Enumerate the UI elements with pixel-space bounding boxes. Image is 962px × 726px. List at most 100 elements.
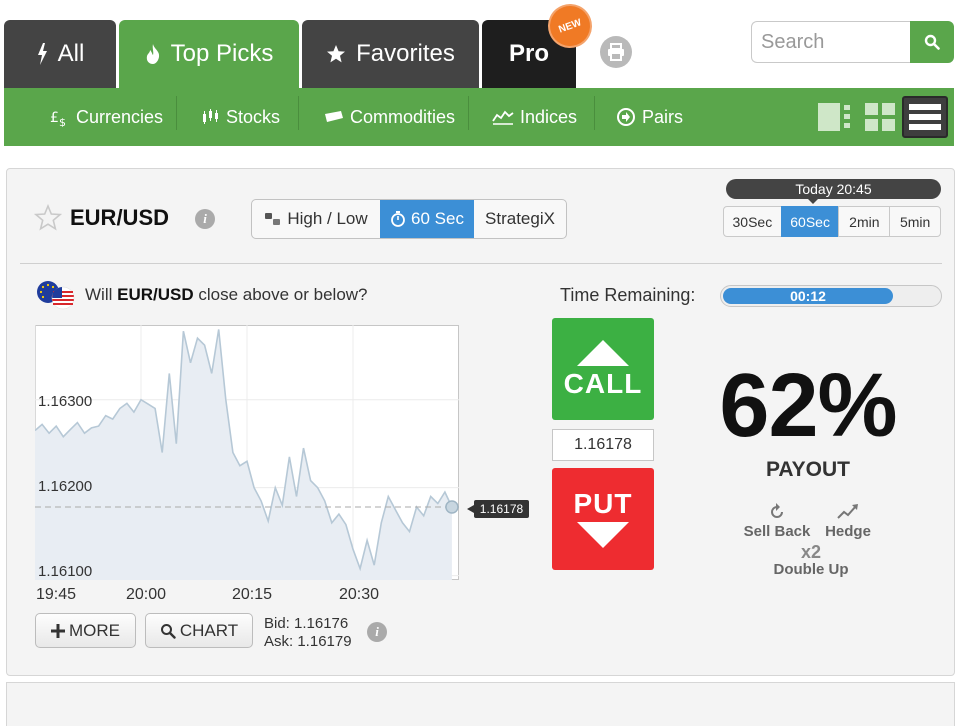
indices-icon	[492, 110, 514, 125]
price-chart-plot	[35, 325, 459, 580]
call-button[interactable]: CALL	[552, 318, 654, 420]
pairs-icon	[617, 108, 635, 126]
mode-high-low-label: High / Low	[287, 209, 368, 228]
current-price-pointer	[467, 505, 474, 513]
duration-60sec[interactable]: 60Sec	[780, 206, 840, 237]
more-button-label: MORE	[69, 620, 120, 640]
quote-info-icon[interactable]: i	[367, 622, 387, 642]
bid-price: Bid: 1.16176	[264, 615, 349, 632]
double-up-icon: x2	[800, 542, 822, 562]
eur-usd-flags-icon	[37, 281, 75, 310]
view-list-button[interactable]	[902, 96, 948, 138]
question-suffix: close above or below?	[193, 285, 368, 304]
chart-button-label: CHART	[179, 620, 239, 640]
time-remaining-value: 00:12	[790, 288, 826, 304]
panel-divider	[20, 263, 942, 264]
duration-selector: 30Sec 60Sec 2min 5min	[723, 206, 941, 237]
category-currencies[interactable]: £ $ Currencies	[50, 88, 163, 146]
asset-info-icon[interactable]: i	[195, 209, 215, 229]
category-currencies-label: Currencies	[76, 106, 164, 127]
tab-favorites[interactable]: Favorites	[302, 20, 479, 88]
asset-name: EUR/USD	[70, 205, 170, 230]
duration-30sec[interactable]: 30Sec	[723, 206, 782, 237]
view-list-detail-button[interactable]	[814, 96, 854, 138]
category-commodities-label: Commodities	[350, 106, 456, 127]
call-button-label: CALL	[563, 368, 643, 399]
arrow-down-icon	[577, 522, 629, 548]
grid-view-icon	[865, 103, 895, 131]
current-time-pointer	[807, 198, 819, 204]
trade-mode-selector: High / Low 60 Sec StrategiX	[251, 199, 567, 239]
y-tick-label: 1.16200	[38, 478, 93, 495]
ask-price: Ask: 1.16179	[264, 633, 352, 650]
category-indices[interactable]: Indices	[492, 88, 577, 146]
category-separator	[468, 96, 469, 130]
question-asset: EUR/USD	[117, 285, 194, 304]
payout-value: 62%	[719, 356, 897, 456]
hedge-label: Hedge	[825, 523, 871, 540]
tab-favorites-label: Favorites	[356, 40, 455, 67]
high-low-icon	[265, 213, 281, 225]
time-remaining-bar: 00:12	[720, 285, 942, 307]
payout-label: PAYOUT	[765, 458, 851, 481]
svg-text:$: $	[59, 116, 66, 127]
strike-price: 1.16178	[552, 429, 654, 461]
category-separator	[594, 96, 595, 130]
category-bar: £ $ Currencies Stocks Commodities Indices…	[4, 88, 954, 146]
star-icon	[327, 45, 346, 63]
put-button[interactable]: PUT	[552, 468, 654, 570]
mode-60-sec[interactable]: 60 Sec	[380, 200, 474, 238]
chart-button[interactable]: CHART	[145, 613, 253, 648]
category-pairs[interactable]: Pairs	[616, 88, 683, 146]
currency-icon: £ $	[50, 110, 66, 127]
double-up-label: Double Up	[773, 561, 849, 578]
mode-high-low[interactable]: High / Low	[252, 200, 380, 238]
x-tick-label: 20:00	[126, 586, 167, 603]
mode-60-sec-label: 60 Sec	[411, 209, 464, 228]
category-stocks-label: Stocks	[226, 106, 281, 127]
duration-5min[interactable]: 5min	[889, 206, 941, 237]
hedge-icon	[837, 504, 858, 519]
next-panel	[6, 682, 955, 726]
category-separator	[298, 96, 299, 130]
category-indices-label: Indices	[520, 106, 578, 127]
tab-bar: All Top Picks Favorites Pro NEW	[0, 0, 962, 88]
category-separator	[176, 96, 177, 130]
printer-icon	[608, 43, 624, 61]
tab-all-label: All	[57, 40, 85, 67]
hedge-button[interactable]: Hedge	[820, 503, 876, 540]
question-prefix: Will	[85, 285, 118, 304]
trading-page: All Top Picks Favorites Pro NEW £$ Curre…	[0, 0, 962, 726]
current-price-dot	[445, 500, 459, 514]
view-grid-button[interactable]	[860, 96, 900, 138]
x-tick-label: 20:30	[339, 586, 380, 603]
double-up-button[interactable]: x2 Double Up	[770, 543, 852, 578]
tab-top-picks[interactable]: Top Picks	[119, 20, 299, 88]
x-tick-label: 19:45	[36, 586, 77, 603]
y-tick-label: 1.16300	[38, 393, 93, 410]
plus-icon	[51, 623, 65, 638]
search-input[interactable]	[751, 21, 911, 63]
category-stocks[interactable]: Stocks	[202, 88, 280, 146]
list-detail-view-icon	[818, 103, 850, 131]
tab-top-picks-label: Top Picks	[170, 40, 274, 67]
trade-question: Will EUR/USD close above or below?	[85, 285, 368, 305]
favorite-star-icon[interactable]	[34, 204, 62, 232]
search-button[interactable]	[910, 21, 954, 63]
tab-all[interactable]: All	[4, 20, 116, 88]
list-view-icon	[909, 104, 941, 130]
more-button[interactable]: MORE	[35, 613, 136, 648]
x-tick-label: 20:15	[232, 586, 273, 603]
print-button[interactable]	[600, 36, 632, 68]
tab-pro-label: Pro	[508, 40, 549, 67]
category-commodities[interactable]: Commodities	[322, 88, 455, 146]
mode-strategix[interactable]: StrategiX	[474, 200, 566, 238]
price-area	[35, 329, 452, 580]
time-remaining-label: Time Remaining:	[560, 285, 696, 305]
magnifier-icon	[160, 623, 176, 639]
current-time-label: Today 20:45	[726, 179, 941, 199]
duration-2min[interactable]: 2min	[838, 206, 891, 237]
sell-back-button[interactable]: Sell Back	[741, 503, 813, 540]
sell-back-icon	[771, 503, 783, 518]
mode-strategix-label: StrategiX	[485, 209, 555, 228]
